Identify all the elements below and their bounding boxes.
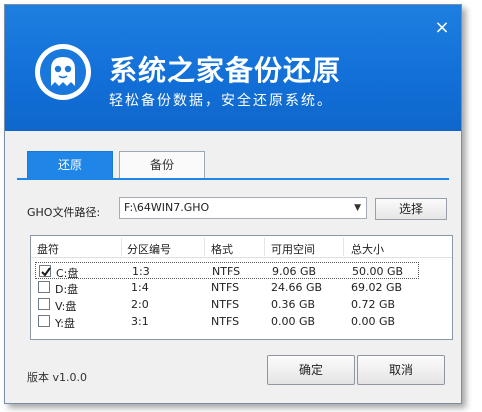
cell-drive: V:盘 [55, 300, 77, 313]
cell-partition: 1:3 [132, 265, 150, 278]
tab-restore[interactable]: 还原 [27, 151, 113, 179]
browse-button[interactable]: 选择 [375, 198, 447, 220]
cell-partition: 1:4 [131, 281, 149, 294]
cancel-button[interactable]: 取消 [357, 355, 445, 385]
column-header-total: 总大小 [351, 243, 384, 256]
tab-underline [17, 178, 449, 180]
row-checkbox[interactable] [38, 281, 50, 293]
row-checkbox[interactable] [38, 298, 50, 310]
table-header: 盘符 分区编号 格式 可用空间 总大小 [31, 236, 452, 258]
ghost-logo-icon [35, 44, 91, 100]
cell-free: 9.06 GB [272, 265, 317, 278]
version-label: 版本 v1.0.0 [27, 371, 87, 384]
row-checkbox[interactable] [39, 265, 51, 277]
cell-drive: Y:盘 [55, 317, 75, 330]
cell-free: 0.36 GB [271, 298, 316, 311]
header-banner: 系统之家备份还原 轻松备份数据，安全还原系统。 × [5, 5, 461, 131]
gho-path-label: GHO文件路径: [27, 206, 101, 219]
cell-partition: 3:1 [131, 315, 149, 328]
cell-total: 50.00 GB [352, 265, 404, 278]
app-subtitle: 轻松备份数据，安全还原系统。 [109, 93, 333, 109]
column-header-free: 可用空间 [271, 243, 315, 256]
close-icon[interactable]: × [433, 19, 451, 37]
column-divider [204, 238, 205, 256]
checkmark-icon [41, 267, 51, 277]
column-divider [343, 238, 344, 256]
tab-backup[interactable]: 备份 [119, 151, 205, 179]
table-row[interactable]: Y:盘 3:1 NTFS 0.00 GB 0.00 GB [35, 313, 419, 330]
cell-total: 0.00 GB [351, 315, 396, 328]
cell-drive: D:盘 [55, 283, 79, 296]
table-row[interactable]: C:盘 1:3 NTFS 9.06 GB 50.00 GB [35, 262, 419, 280]
backup-restore-window: 系统之家备份还原 轻松备份数据，安全还原系统。 × 还原 备份 GHO文件路径:… [4, 4, 462, 404]
cell-format: NTFS [211, 298, 240, 311]
gho-path-value: F:\64WIN7.GHO [124, 201, 210, 214]
column-divider [264, 238, 265, 256]
cell-free: 24.66 GB [271, 281, 323, 294]
column-divider [121, 238, 122, 256]
column-header-format: 格式 [211, 243, 233, 256]
app-title: 系统之家备份还原 [109, 54, 342, 87]
cell-total: 69.02 GB [351, 281, 403, 294]
row-checkbox[interactable] [38, 315, 50, 327]
ok-button[interactable]: 确定 [267, 355, 355, 385]
cell-format: NTFS [211, 281, 240, 294]
chevron-down-icon: ▼ [354, 203, 361, 213]
gho-path-select[interactable]: F:\64WIN7.GHO ▼ [119, 197, 367, 219]
cell-format: NTFS [211, 315, 240, 328]
cell-format: NTFS [212, 265, 241, 278]
column-header-drive: 盘符 [37, 243, 59, 256]
cell-total: 0.72 GB [351, 298, 396, 311]
partition-table: 盘符 分区编号 格式 可用空间 总大小 C:盘 1:3 NTFS 9.06 GB… [30, 235, 453, 340]
column-header-partition: 分区编号 [127, 243, 171, 256]
cell-free: 0.00 GB [271, 315, 316, 328]
cell-partition: 2:0 [131, 298, 149, 311]
table-row[interactable]: V:盘 2:0 NTFS 0.36 GB 0.72 GB [35, 296, 419, 313]
table-row[interactable]: D:盘 1:4 NTFS 24.66 GB 69.02 GB [35, 279, 419, 296]
